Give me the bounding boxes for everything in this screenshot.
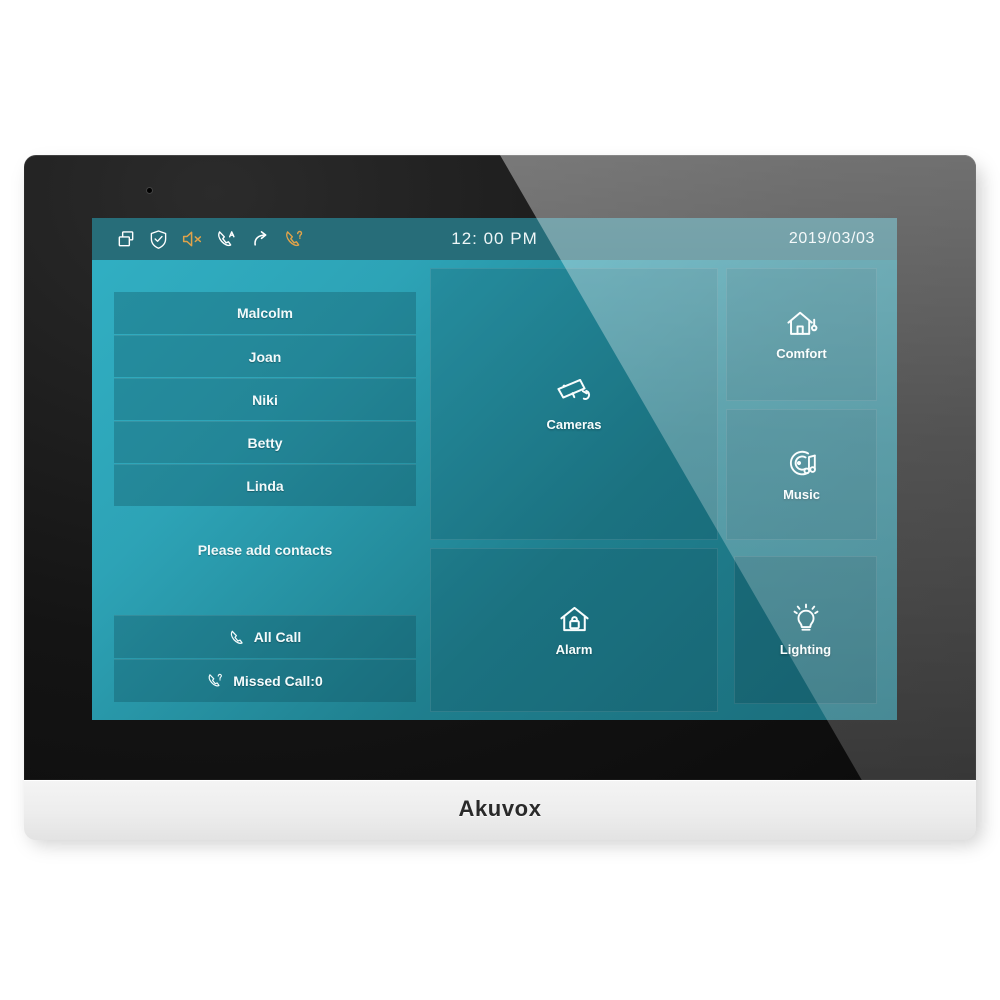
missed-call-button[interactable]: Missed Call:0 — [114, 659, 416, 702]
contact-list-item[interactable]: Malcolm — [114, 292, 416, 334]
vinyl-record-music-icon — [785, 448, 819, 480]
home-screen-content: Malcolm Joan Niki Betty Linda Please add… — [92, 260, 897, 720]
tile-label: Alarm — [555, 641, 593, 657]
contact-name: Niki — [252, 391, 278, 408]
contact-name: Linda — [246, 477, 284, 494]
brand-logo: Akuvox — [458, 796, 542, 821]
status-clock: 12: 00 PM — [451, 229, 538, 248]
device-bezel: 12: 00 PM 2019/03/03 Malcolm Joan Niki B… — [24, 155, 976, 780]
house-thermostat-icon — [785, 309, 819, 339]
contact-list-item[interactable]: Niki — [114, 378, 416, 420]
contact-list-item[interactable]: Linda — [114, 464, 416, 506]
device-base: Akuvox — [24, 780, 976, 840]
akuvox-indoor-monitor: 12: 00 PM 2019/03/03 Malcolm Joan Niki B… — [24, 155, 982, 845]
light-bulb-icon — [790, 603, 822, 635]
tile-cameras[interactable]: Cameras — [430, 268, 718, 540]
front-camera-icon — [147, 188, 152, 193]
missed-call-label: Missed Call:0 — [233, 673, 323, 689]
contact-name: Malcolm — [236, 305, 293, 321]
tile-alarm[interactable]: Alarm — [430, 548, 718, 712]
house-lock-icon — [558, 604, 591, 635]
contact-name: Joan — [248, 348, 282, 365]
all-call-button[interactable]: All Call — [114, 615, 416, 658]
missed-call-icon — [207, 672, 225, 690]
tile-label: Cameras — [546, 417, 602, 432]
function-tile-grid: Cameras Comfort Music Alarm Lighting — [430, 268, 877, 712]
status-bar: 12: 00 PM 2019/03/03 — [92, 218, 897, 260]
contact-name: Betty — [247, 434, 283, 451]
all-call-label: All Call — [253, 629, 302, 645]
tile-comfort[interactable]: Comfort — [726, 268, 877, 401]
add-contacts-hint: Please add contacts — [197, 542, 333, 558]
status-date: 2019/03/03 — [788, 230, 875, 247]
phone-handset-icon — [229, 629, 246, 646]
contact-list-item[interactable]: Betty — [114, 421, 416, 463]
tile-label: Lighting — [779, 642, 832, 657]
contact-list-item[interactable]: Joan — [114, 335, 416, 377]
screenshot-stage: 12: 00 PM 2019/03/03 Malcolm Joan Niki B… — [0, 0, 1000, 1000]
call-actions-group: All Call Missed Call:0 — [114, 615, 416, 702]
tile-label: Comfort — [776, 345, 827, 361]
touch-screen[interactable]: 12: 00 PM 2019/03/03 Malcolm Joan Niki B… — [92, 218, 897, 720]
cctv-camera-icon — [553, 376, 595, 410]
contacts-panel: Malcolm Joan Niki Betty Linda Please add… — [114, 292, 416, 702]
tile-music[interactable]: Music — [726, 409, 877, 540]
tile-lighting[interactable]: Lighting — [734, 556, 877, 704]
tile-label: Music — [783, 486, 820, 502]
